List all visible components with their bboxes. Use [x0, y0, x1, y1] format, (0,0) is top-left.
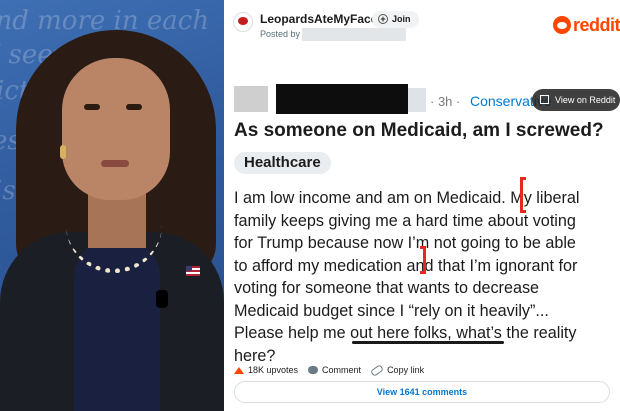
reddit-post-screenshot: LeopardsAteMyFace + Join Posted by reddit…	[226, 0, 620, 411]
view-on-reddit-button[interactable]: View on Reddit	[532, 89, 620, 111]
annotation-bracket-open	[520, 177, 526, 213]
join-button[interactable]: + Join	[372, 11, 419, 28]
subreddit-name[interactable]: LeopardsAteMyFace	[260, 12, 377, 26]
posted-by-label: Posted by	[260, 29, 301, 39]
post-body: I am low income and am on Medicaid. My l…	[234, 187, 618, 367]
flag-pin-icon	[186, 266, 200, 276]
author-avatar-redacted	[234, 86, 268, 112]
join-label: Join	[392, 14, 411, 24]
copy-link-label: Copy link	[387, 365, 425, 375]
body-line: voting for someone that wants to decreas…	[234, 279, 540, 297]
annotation-bracket-close	[420, 246, 426, 274]
comment-button[interactable]: Comment	[308, 365, 361, 375]
body-line: I am low income and am on Medicaid. My l…	[234, 189, 580, 207]
person-eye	[126, 104, 142, 110]
expand-icon	[540, 95, 549, 104]
post-flair[interactable]: Healthcare	[234, 152, 331, 174]
upvote-button[interactable]: 18K upvotes	[234, 365, 298, 375]
body-line: to afford my medication and that I’m ign…	[234, 256, 578, 275]
plus-icon: +	[378, 14, 388, 24]
link-icon	[370, 363, 384, 377]
earring	[60, 145, 66, 159]
comment-label: Comment	[322, 365, 362, 375]
lapel-mic-icon	[156, 290, 168, 308]
person-mouth	[101, 160, 129, 167]
upvote-count: 18K upvotes	[248, 365, 299, 375]
body-line: Medicaid budget since I “rely on it heav…	[234, 301, 549, 320]
upvote-icon	[234, 366, 244, 374]
body-line: for Trump because now I’m not going to b…	[234, 234, 576, 252]
reddit-logo[interactable]: reddit	[552, 14, 620, 36]
post-actions: 18K upvotes Comment Copy link	[234, 362, 434, 378]
redacted-author-tail	[408, 88, 426, 112]
copy-link-button[interactable]: Copy link	[370, 363, 425, 377]
subreddit-avatar[interactable]	[233, 12, 253, 32]
redacted-username	[302, 28, 406, 41]
reddit-wordmark: reddit	[572, 14, 620, 35]
person-face	[62, 58, 170, 200]
view-on-reddit-label: View on Reddit	[555, 95, 616, 105]
scroll-indicator	[352, 341, 504, 344]
body-line: family keeps giving me a hard time about…	[234, 211, 576, 230]
post-header: LeopardsAteMyFace + Join Posted by reddit	[226, 0, 620, 50]
post-title[interactable]: As someone on Medicaid, am I screwed?	[234, 120, 604, 142]
person-eye	[84, 104, 100, 110]
reddit-snoo-icon	[552, 16, 571, 34]
comment-icon	[308, 366, 319, 374]
view-comments-button[interactable]: View 1641 comments	[234, 381, 610, 403]
redacted-author	[276, 84, 408, 114]
post-time: · 3h ·	[430, 94, 461, 109]
photo-panel: and more in each I seem likely ictory es…	[0, 0, 224, 411]
